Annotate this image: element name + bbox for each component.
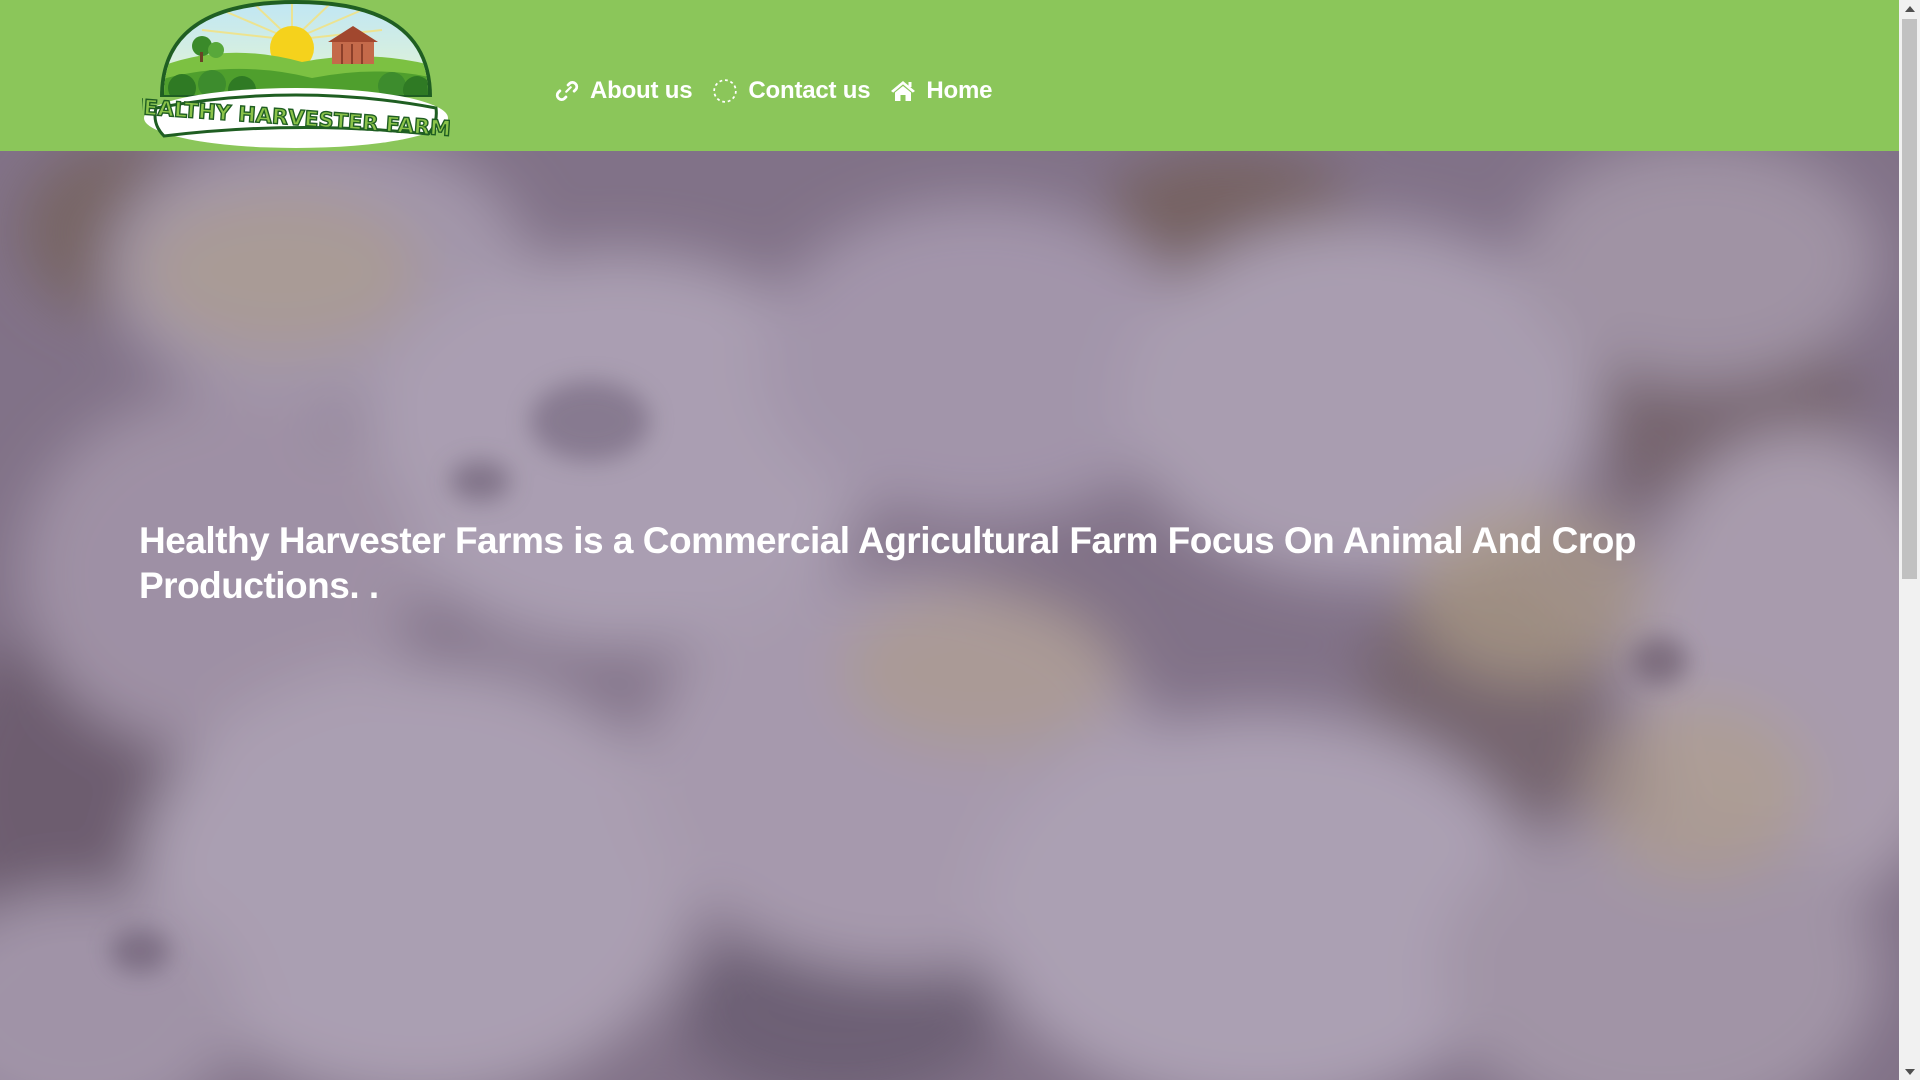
nav-contact-us[interactable]: Contact us	[712, 77, 871, 105]
hero-headline: Healthy Harvester Farms is a Commercial …	[139, 520, 1636, 606]
hero-background-image	[0, 151, 1899, 1080]
site-logo[interactable]: HEALTHY HARVESTER FARMS	[125, 0, 467, 150]
link-icon	[554, 78, 580, 104]
nav-home[interactable]: Home	[890, 77, 992, 105]
site-header: HEALTHY HARVESTER FARMS About us Contact…	[0, 0, 1899, 151]
home-icon	[890, 78, 916, 104]
scrollbar-thumb[interactable]	[1902, 19, 1917, 579]
nav-contact-us-label: Contact us	[748, 77, 871, 104]
loading-circle-icon	[712, 78, 738, 104]
scroll-down-arrow-icon[interactable]	[1899, 1063, 1920, 1080]
vertical-scrollbar[interactable]	[1899, 0, 1920, 1080]
page: HEALTHY HARVESTER FARMS About us Contact…	[0, 0, 1920, 1080]
nav-about-us-label: About us	[590, 77, 693, 104]
hero-section: Healthy Harvester Farms is a Commercial …	[0, 151, 1899, 1080]
scroll-up-arrow-icon[interactable]	[1899, 0, 1920, 17]
main-nav: About us Contact us Home	[554, 72, 1012, 110]
nav-home-label: Home	[926, 77, 993, 104]
nav-about-us[interactable]: About us	[554, 77, 693, 105]
